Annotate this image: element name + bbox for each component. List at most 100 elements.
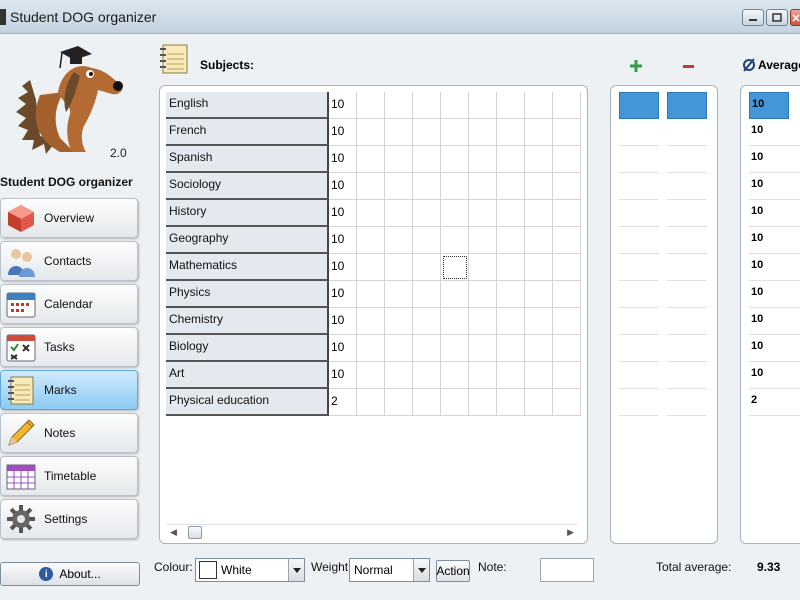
minus-cell[interactable] <box>667 227 707 254</box>
subject-name[interactable]: English <box>166 92 329 119</box>
mark-cell[interactable] <box>357 389 385 416</box>
mark-cell[interactable] <box>413 281 441 308</box>
minus-cell[interactable] <box>667 362 707 389</box>
plus-cell[interactable] <box>619 119 659 146</box>
mark-cell[interactable] <box>497 389 525 416</box>
mark-cell[interactable] <box>553 254 581 281</box>
mark-cell[interactable] <box>441 281 469 308</box>
plus-cell[interactable] <box>619 254 659 281</box>
plus-cell[interactable] <box>619 92 659 119</box>
mark-cell[interactable] <box>413 146 441 173</box>
mark-cell[interactable] <box>553 146 581 173</box>
mark-cell[interactable] <box>413 200 441 227</box>
mark-cell[interactable] <box>553 173 581 200</box>
mark-cell[interactable] <box>385 389 413 416</box>
plus-cell[interactable] <box>619 200 659 227</box>
mark-cell[interactable] <box>553 389 581 416</box>
nav-tasks[interactable]: Tasks <box>0 327 138 367</box>
mark-cell[interactable] <box>469 146 497 173</box>
mark-cell[interactable] <box>385 92 413 119</box>
mark-cell[interactable] <box>469 227 497 254</box>
subject-name[interactable]: Sociology <box>166 173 329 200</box>
mark-cell[interactable] <box>469 92 497 119</box>
mark-cell[interactable]: 10 <box>329 254 357 281</box>
mark-cell[interactable] <box>525 92 553 119</box>
mark-cell[interactable] <box>385 281 413 308</box>
mark-cell[interactable] <box>525 200 553 227</box>
minus-cell[interactable] <box>667 92 707 119</box>
mark-cell[interactable] <box>497 254 525 281</box>
scroll-thumb[interactable] <box>188 526 202 539</box>
mark-cell[interactable]: 10 <box>329 227 357 254</box>
plus-cell[interactable] <box>619 335 659 362</box>
mark-cell[interactable] <box>413 254 441 281</box>
maximize-button[interactable] <box>766 9 788 26</box>
about-button[interactable]: i About... <box>0 562 140 586</box>
nav-notes[interactable]: Notes <box>0 413 138 453</box>
mark-cell[interactable] <box>497 308 525 335</box>
mark-cell[interactable] <box>385 308 413 335</box>
nav-calendar[interactable]: Calendar <box>0 284 138 324</box>
mark-cell[interactable]: 2 <box>329 389 357 416</box>
mark-cell[interactable] <box>525 146 553 173</box>
mark-cell[interactable] <box>385 146 413 173</box>
chevron-down-icon[interactable] <box>413 559 429 581</box>
plus-cell[interactable] <box>619 146 659 173</box>
subject-name[interactable]: Chemistry <box>166 308 329 335</box>
mark-cell[interactable] <box>385 362 413 389</box>
mark-cell[interactable] <box>385 200 413 227</box>
weight-select[interactable]: Normal <box>349 558 430 582</box>
mark-cell[interactable] <box>525 335 553 362</box>
mark-cell[interactable]: 10 <box>329 119 357 146</box>
mark-cell[interactable] <box>497 227 525 254</box>
subject-name[interactable]: Geography <box>166 227 329 254</box>
mark-cell[interactable] <box>413 173 441 200</box>
mark-cell[interactable] <box>469 308 497 335</box>
minus-cell[interactable] <box>667 281 707 308</box>
mark-cell[interactable] <box>441 146 469 173</box>
mark-cell[interactable] <box>469 254 497 281</box>
close-button[interactable] <box>790 9 800 26</box>
mark-cell[interactable]: 10 <box>329 92 357 119</box>
subject-name[interactable]: Art <box>166 362 329 389</box>
mark-cell[interactable] <box>357 281 385 308</box>
nav-marks[interactable]: Marks <box>0 370 138 410</box>
mark-cell[interactable]: 10 <box>329 335 357 362</box>
mark-cell[interactable] <box>357 119 385 146</box>
mark-cell[interactable] <box>469 362 497 389</box>
mark-cell[interactable] <box>357 308 385 335</box>
mark-cell[interactable] <box>441 200 469 227</box>
note-input[interactable] <box>540 558 594 582</box>
mark-cell[interactable] <box>413 92 441 119</box>
mark-cell[interactable] <box>553 308 581 335</box>
plus-cell[interactable] <box>619 173 659 200</box>
mark-cell[interactable] <box>553 200 581 227</box>
mark-cell[interactable] <box>357 227 385 254</box>
mark-cell[interactable] <box>497 92 525 119</box>
mark-cell[interactable]: 10 <box>329 146 357 173</box>
mark-cell[interactable] <box>413 335 441 362</box>
horizontal-scrollbar[interactable]: ◀ ▶ <box>166 524 578 540</box>
mark-cell[interactable] <box>441 254 469 281</box>
mark-cell[interactable] <box>469 389 497 416</box>
plus-cell[interactable] <box>619 281 659 308</box>
subject-name[interactable]: Physical education <box>166 389 329 416</box>
mark-cell[interactable] <box>385 335 413 362</box>
subject-name[interactable]: History <box>166 200 329 227</box>
mark-cell[interactable]: 10 <box>329 173 357 200</box>
mark-cell[interactable] <box>441 173 469 200</box>
minus-cell[interactable] <box>667 254 707 281</box>
minus-cell[interactable] <box>667 200 707 227</box>
mark-cell[interactable] <box>357 92 385 119</box>
mark-cell[interactable] <box>497 362 525 389</box>
minus-icon[interactable] <box>683 65 694 68</box>
nav-contacts[interactable]: Contacts <box>0 241 138 281</box>
minus-cell[interactable] <box>667 308 707 335</box>
mark-cell[interactable] <box>357 173 385 200</box>
mark-cell[interactable] <box>385 254 413 281</box>
mark-cell[interactable] <box>469 335 497 362</box>
mark-cell[interactable] <box>413 119 441 146</box>
minus-cell[interactable] <box>667 389 707 416</box>
mark-cell[interactable]: 10 <box>329 200 357 227</box>
mark-cell[interactable] <box>553 335 581 362</box>
